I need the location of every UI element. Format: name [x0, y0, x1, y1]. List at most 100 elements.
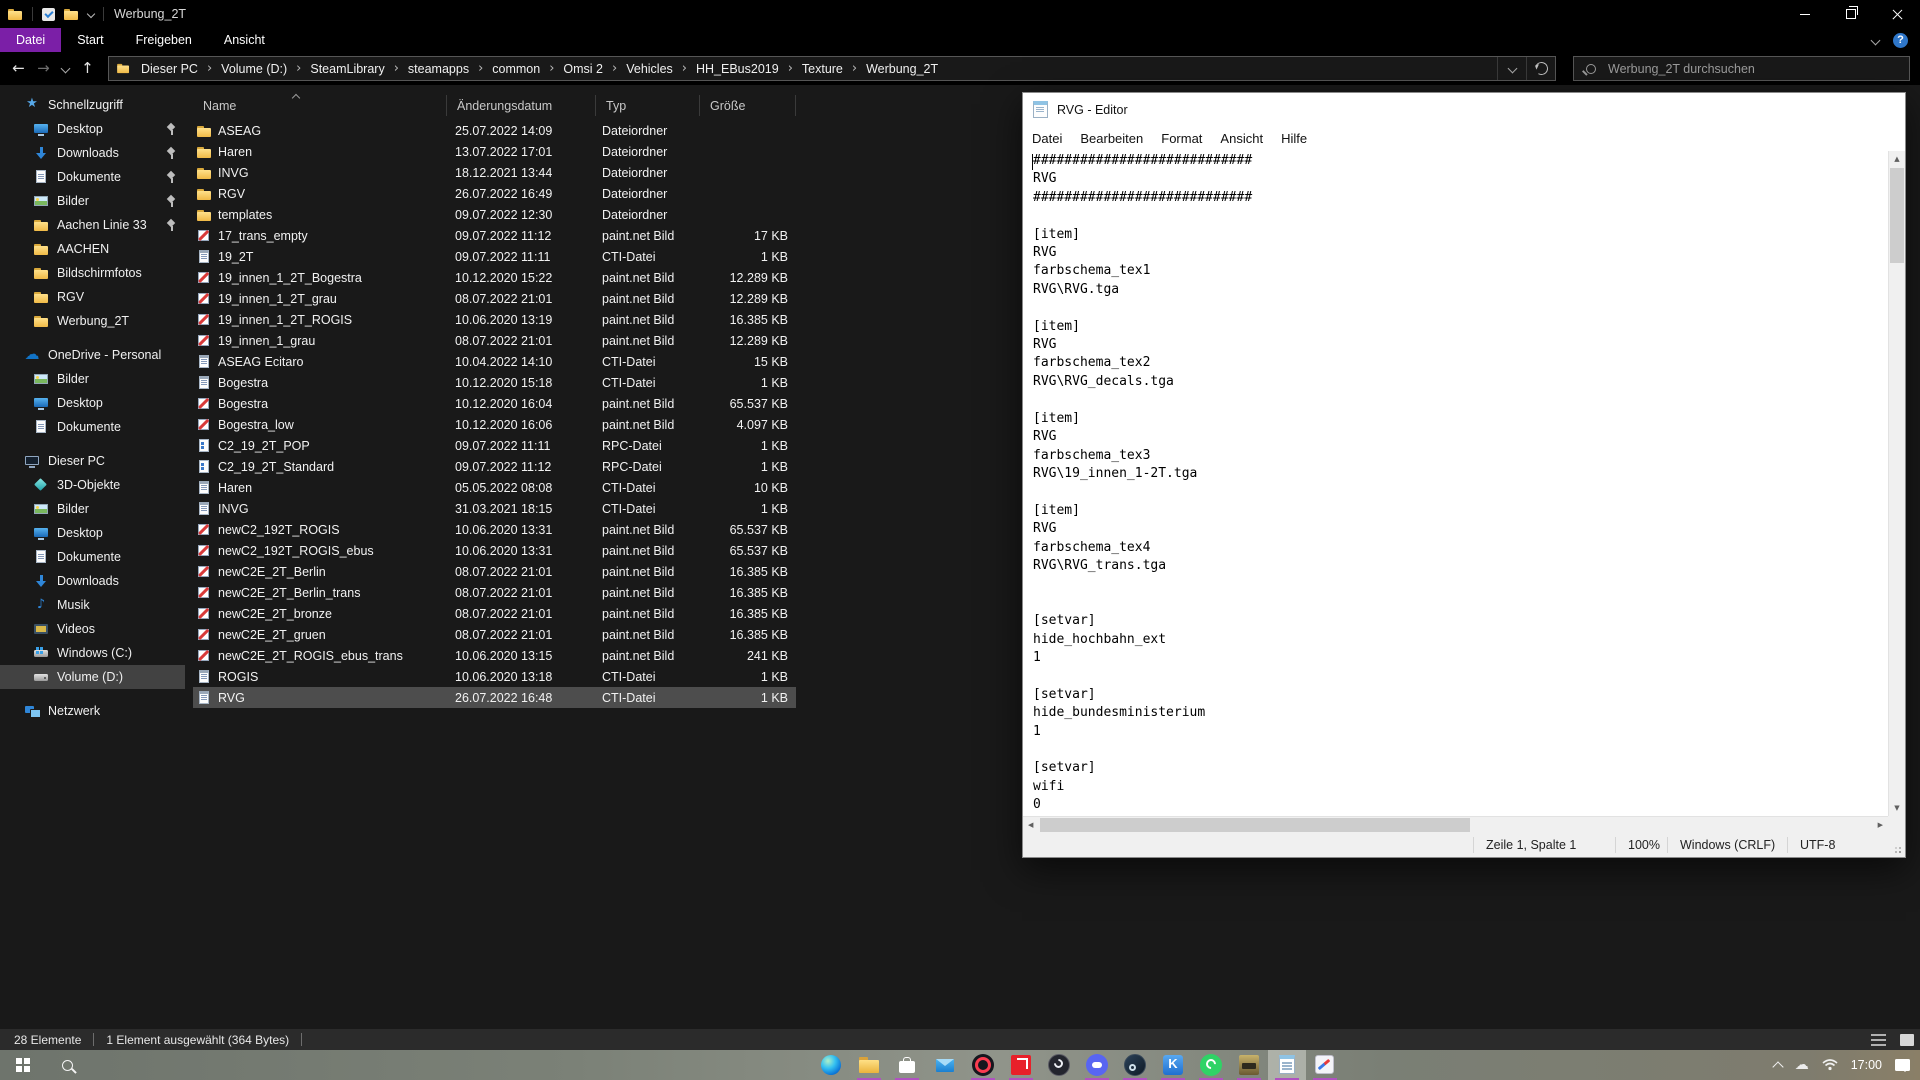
- taskbar-app-opera-gx[interactable]: [964, 1050, 1002, 1080]
- sidebar-item-dokumente[interactable]: Dokumente: [0, 415, 185, 439]
- sidebar-item-musik[interactable]: Musik: [0, 593, 185, 617]
- breadcrumb-item-texture[interactable]: Texture: [800, 62, 845, 76]
- forward-button[interactable]: →: [37, 61, 50, 76]
- scroll-left-arrow-icon[interactable]: ◀: [1028, 821, 1033, 829]
- scroll-right-arrow-icon[interactable]: ▶: [1878, 821, 1883, 829]
- file-row-newc2-192t-rogis-ebus[interactable]: newC2_192T_ROGIS_ebus 10.06.2020 13:31 pai…: [193, 540, 796, 561]
- previous-locations-button[interactable]: [1497, 57, 1526, 80]
- sidebar-item-dokumente[interactable]: Dokumente: [0, 165, 185, 189]
- breadcrumb-item-steamlibrary[interactable]: SteamLibrary: [308, 62, 386, 76]
- column-header-typ[interactable]: Typ: [596, 95, 700, 116]
- file-row-19-innen-1-2t-grau[interactable]: 19_innen_1_2T_grau 08.07.2022 21:01 paint.…: [193, 288, 796, 309]
- file-row-bogestra[interactable]: Bogestra 10.12.2020 16:04 paint.net Bild 65…: [193, 393, 796, 414]
- file-row-c2-19-2t-pop[interactable]: C2_19_2T_POP 09.07.2022 11:11 RPC-Datei 1 K…: [193, 435, 796, 456]
- file-row-newc2e-2t-rogis-ebus-trans[interactable]: newC2E_2T_ROGIS_ebus_trans 10.06.2020 13:…: [193, 645, 796, 666]
- sidebar-item-3d-objekte[interactable]: 3D-Objekte: [0, 473, 185, 497]
- column-header-gr-e[interactable]: Größe: [700, 95, 796, 116]
- menu-bearbeiten[interactable]: Bearbeiten: [1071, 131, 1152, 146]
- horizontal-scrollbar-thumb[interactable]: [1040, 818, 1470, 832]
- file-row-invg[interactable]: INVG 18.12.2021 13:44 Dateiordner: [193, 162, 796, 183]
- file-row-newc2-192t-rogis[interactable]: newC2_192T_ROGIS 10.06.2020 13:31 paint.ne…: [193, 519, 796, 540]
- expand-ribbon-chevron-icon[interactable]: [1870, 35, 1881, 45]
- onedrive-tray-icon[interactable]: ☁: [1795, 1058, 1809, 1072]
- search-box[interactable]: [1573, 56, 1910, 81]
- maximize-button[interactable]: [1828, 0, 1874, 28]
- file-row-newc2e-2t-berlin-trans[interactable]: newC2E_2T_Berlin_trans 08.07.2022 21:01 pa…: [193, 582, 796, 603]
- sidebar-item-netzwerk[interactable]: Netzwerk: [0, 699, 185, 723]
- sidebar-item-onedrive-personal[interactable]: OneDrive - Personal: [0, 343, 185, 367]
- sidebar-item-bilder[interactable]: Bilder: [0, 189, 185, 213]
- file-row-haren[interactable]: Haren 13.07.2022 17:01 Dateiordner: [193, 141, 796, 162]
- taskbar-app-k-app[interactable]: [1154, 1050, 1192, 1080]
- search-input[interactable]: [1606, 60, 1909, 77]
- sidebar-item-desktop[interactable]: Desktop: [0, 521, 185, 545]
- notepad-edit-area[interactable]: ############################ RVG #######…: [1023, 151, 1905, 816]
- vertical-scrollbar-thumb[interactable]: [1890, 168, 1904, 263]
- refresh-button[interactable]: [1526, 57, 1555, 80]
- notepad-maximize-button[interactable]: [1813, 93, 1859, 126]
- file-row-rgv[interactable]: RGV 26.07.2022 16:49 Dateiordner: [193, 183, 796, 204]
- breadcrumb-item-hh-ebus2019[interactable]: HH_EBus2019: [694, 62, 781, 76]
- hidden-icons-chevron-icon[interactable]: [1772, 1060, 1784, 1073]
- breadcrumb-item-common[interactable]: common: [490, 62, 542, 76]
- start-button[interactable]: [0, 1050, 45, 1080]
- file-row-newc2e-2t-gruen[interactable]: newC2E_2T_gruen 08.07.2022 21:01 paint.net…: [193, 624, 796, 645]
- taskbar-app-whatsapp[interactable]: [1192, 1050, 1230, 1080]
- breadcrumb-item-omsi-2[interactable]: Omsi 2: [561, 62, 605, 76]
- sidebar-item-downloads[interactable]: Downloads: [0, 141, 185, 165]
- ribbon-tab-datei[interactable]: Datei: [0, 28, 62, 52]
- file-row-c2-19-2t-standard[interactable]: C2_19_2T_Standard 09.07.2022 11:12 RPC-Dat…: [193, 456, 796, 477]
- ribbon-tab-start[interactable]: Start: [61, 28, 119, 52]
- address-bar[interactable]: Dieser PC › Volume (D:) › SteamLibrary › steam…: [108, 56, 1556, 81]
- taskbar-app-obs[interactable]: [1040, 1050, 1078, 1080]
- taskbar-app-steam[interactable]: [1116, 1050, 1154, 1080]
- sidebar-item-dokumente[interactable]: Dokumente: [0, 545, 185, 569]
- file-row-haren[interactable]: Haren 05.05.2022 08:08 CTI-Datei 10 KB: [193, 477, 796, 498]
- breadcrumb-item-werbung-2t[interactable]: Werbung_2T: [864, 62, 940, 76]
- file-row-19-innen-1-2t-bogestra[interactable]: 19_innen_1_2T_Bogestra 10.12.2020 15:22 pa…: [193, 267, 796, 288]
- taskbar-app-edge[interactable]: [812, 1050, 850, 1080]
- vertical-scrollbar[interactable]: ▲ ▼: [1888, 151, 1905, 816]
- menu-hilfe[interactable]: Hilfe: [1272, 131, 1316, 146]
- taskbar-search-button[interactable]: [45, 1050, 90, 1080]
- file-row-newc2e-2t-bronze[interactable]: newC2E_2T_bronze 08.07.2022 21:01 paint.ne…: [193, 603, 796, 624]
- file-row-17-trans-empty[interactable]: 17_trans_empty 09.07.2022 11:12 paint.net …: [193, 225, 796, 246]
- breadcrumb-item-vehicles[interactable]: Vehicles: [624, 62, 675, 76]
- file-row-aseag[interactable]: ASEAG 25.07.2022 14:09 Dateiordner: [193, 120, 796, 141]
- wifi-icon[interactable]: [1822, 1059, 1838, 1071]
- file-row-bogestra[interactable]: Bogestra 10.12.2020 15:18 CTI-Datei 1 KB: [193, 372, 796, 393]
- file-row-bogestra-low[interactable]: Bogestra_low 10.12.2020 16:06 paint.net Bi…: [193, 414, 796, 435]
- sidebar-item-windows-c[interactable]: Windows (C:): [0, 641, 185, 665]
- taskbar-app-amd-radeon[interactable]: [1002, 1050, 1040, 1080]
- sidebar-item-desktop[interactable]: Desktop: [0, 391, 185, 415]
- taskbar-app-notepad[interactable]: [1268, 1050, 1306, 1080]
- minimize-button[interactable]: [1782, 0, 1828, 28]
- large-icons-view-icon[interactable]: [1900, 1033, 1914, 1046]
- file-row-19-innen-1-grau[interactable]: 19_innen_1_grau 08.07.2022 21:01 paint.net…: [193, 330, 796, 351]
- horizontal-scrollbar[interactable]: ◀ ▶: [1023, 816, 1888, 833]
- back-button[interactable]: ←: [12, 61, 25, 76]
- sidebar-item-videos[interactable]: Videos: [0, 617, 185, 641]
- sidebar-item-rgv[interactable]: RGV: [0, 285, 185, 309]
- scroll-down-arrow-icon[interactable]: ▼: [1889, 804, 1905, 812]
- new-folder-icon[interactable]: [64, 8, 79, 21]
- scroll-up-arrow-icon[interactable]: ▲: [1889, 155, 1905, 163]
- notepad-titlebar[interactable]: RVG - Editor: [1023, 93, 1905, 126]
- sidebar-item-bilder[interactable]: Bilder: [0, 497, 185, 521]
- sidebar-item-downloads[interactable]: Downloads: [0, 569, 185, 593]
- sidebar-item-desktop[interactable]: Desktop: [0, 117, 185, 141]
- ribbon-tab-ansicht[interactable]: Ansicht: [208, 28, 281, 52]
- taskbar-clock[interactable]: 17:00: [1851, 1058, 1882, 1072]
- taskbar-app-mail[interactable]: [926, 1050, 964, 1080]
- menu-ansicht[interactable]: Ansicht: [1211, 131, 1272, 146]
- taskbar-app-explorer[interactable]: [850, 1050, 888, 1080]
- breadcrumb-item-steamapps[interactable]: steamapps: [406, 62, 471, 76]
- notepad-minimize-button[interactable]: [1767, 93, 1813, 126]
- action-center-icon[interactable]: [1895, 1059, 1910, 1072]
- sidebar-item-dieser-pc[interactable]: Dieser PC: [0, 449, 185, 473]
- sidebar-item-schnellzugriff[interactable]: Schnellzugriff: [0, 93, 185, 117]
- file-row-invg[interactable]: INVG 31.03.2021 18:15 CTI-Datei 1 KB: [193, 498, 796, 519]
- column-header-nderungsdatum[interactable]: Änderungsdatum: [447, 95, 596, 116]
- properties-icon[interactable]: [42, 7, 55, 21]
- menu-format[interactable]: Format: [1152, 131, 1211, 146]
